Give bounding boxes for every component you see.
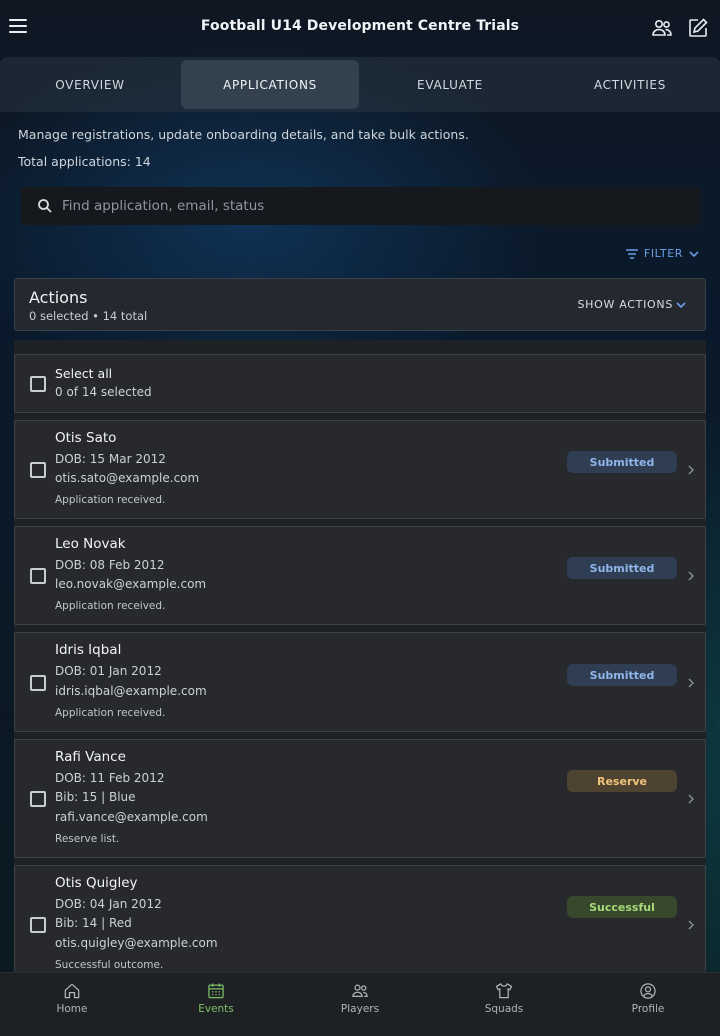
search-bar — [21, 187, 700, 225]
tab-applications[interactable]: APPLICATIONS — [181, 60, 359, 109]
home-icon — [64, 983, 80, 999]
filter-button[interactable]: FILTER — [625, 247, 700, 260]
app-root: Football U14 Development Centre Trials O… — [0, 0, 720, 1036]
select-all-count: 0 of 14 selected — [55, 385, 152, 399]
applicant-dob: DOB: 08 Feb 2012 — [55, 558, 165, 572]
applicant-email: idris.iqbal@example.com — [55, 684, 207, 698]
status-badge: Submitted — [567, 557, 677, 579]
application-note: Application received. — [55, 600, 166, 612]
chevron-right-icon — [688, 794, 694, 804]
tab-activities[interactable]: ACTIVITIES — [540, 57, 720, 112]
select-all-checkbox[interactable] — [30, 376, 46, 392]
edit-icon[interactable] — [686, 16, 710, 40]
status-badge: Submitted — [567, 451, 677, 473]
row-checkbox[interactable] — [30, 568, 46, 584]
chevron-down-icon — [676, 301, 686, 308]
bottom-nav: Home Events Players Squads Profile — [0, 972, 720, 1036]
applicant-bib: Bib: 14 | Red — [55, 916, 132, 930]
event-title: Football U14 Development Centre Trials — [200, 18, 520, 34]
nav-profile-label: Profile — [631, 1003, 665, 1015]
application-card[interactable]: Otis Sato DOB: 15 Mar 2012 otis.sato@exa… — [14, 420, 706, 519]
nav-events-label: Events — [198, 1003, 234, 1015]
calendar-icon — [208, 983, 224, 999]
chevron-right-icon — [688, 678, 694, 688]
chevron-down-icon — [689, 250, 699, 257]
applicant-email: otis.quigley@example.com — [55, 936, 218, 950]
applicant-bib: Bib: 15 | Blue — [55, 790, 136, 804]
applicant-dob: DOB: 11 Feb 2012 — [55, 771, 165, 785]
chevron-right-icon — [688, 920, 694, 930]
show-actions-label: SHOW ACTIONS — [577, 298, 673, 311]
applicant-name: Rafi Vance — [55, 749, 126, 765]
applicant-email: leo.novak@example.com — [55, 577, 207, 591]
actions-panel: Actions 0 selected • 14 total SHOW ACTIO… — [14, 278, 706, 331]
filter-label: FILTER — [643, 247, 683, 260]
chevron-right-icon — [688, 465, 694, 475]
actions-selection-count: 0 selected • 14 total — [29, 309, 148, 323]
application-note: Application received. — [55, 494, 166, 506]
nav-players[interactable]: Players — [288, 973, 432, 1036]
application-card[interactable]: Idris Iqbal DOB: 01 Jan 2012 idris.iqbal… — [14, 632, 706, 732]
select-all-label: Select all — [55, 366, 113, 381]
nav-squads[interactable]: Squads — [432, 973, 576, 1036]
applicant-dob: DOB: 15 Mar 2012 — [55, 452, 166, 466]
applicant-email: otis.sato@example.com — [55, 471, 200, 485]
status-badge: Successful — [567, 896, 677, 918]
applicant-dob: DOB: 01 Jan 2012 — [55, 664, 162, 678]
applicant-name: Leo Novak — [55, 536, 126, 552]
application-card[interactable]: Leo Novak DOB: 08 Feb 2012 leo.novak@exa… — [14, 526, 706, 625]
total-applications: Total applications: 14 — [18, 154, 151, 169]
application-card[interactable]: Otis Quigley DOB: 04 Jan 2012 Bib: 14 | … — [14, 865, 706, 972]
search-icon — [38, 199, 52, 213]
row-checkbox[interactable] — [30, 917, 46, 933]
application-note: Application received. — [55, 707, 166, 719]
applicant-name: Otis Sato — [55, 430, 117, 446]
players-icon — [352, 984, 368, 998]
applicant-email: rafi.vance@example.com — [55, 810, 208, 824]
nav-squads-label: Squads — [484, 1003, 524, 1015]
show-actions-button[interactable]: SHOW ACTIONS — [577, 298, 687, 311]
nav-players-label: Players — [340, 1003, 380, 1015]
nav-home-label: Home — [56, 1003, 88, 1015]
actions-title: Actions — [29, 288, 88, 307]
top-app-bar: Football U14 Development Centre Trials — [0, 0, 720, 57]
status-badge: Submitted — [567, 664, 677, 686]
tab-evaluate[interactable]: EVALUATE — [360, 57, 540, 112]
people-icon[interactable] — [650, 16, 674, 40]
nav-events[interactable]: Events — [144, 973, 288, 1036]
row-checkbox[interactable] — [30, 675, 46, 691]
application-note: Successful outcome. — [55, 959, 164, 971]
tab-bar: OVERVIEW APPLICATIONS EVALUATE ACTIVITIE… — [0, 57, 720, 112]
page-description: Manage registrations, update onboarding … — [18, 127, 469, 142]
profile-icon — [640, 983, 656, 999]
search-input[interactable] — [62, 198, 662, 214]
applicant-name: Otis Quigley — [55, 875, 138, 891]
filter-icon — [625, 248, 638, 259]
row-checkbox[interactable] — [30, 462, 46, 478]
row-checkbox[interactable] — [30, 791, 46, 807]
select-all-row[interactable]: Select all 0 of 14 selected — [14, 354, 706, 413]
nav-profile[interactable]: Profile — [576, 973, 720, 1036]
chevron-right-icon — [688, 571, 694, 581]
application-card[interactable]: Rafi Vance DOB: 11 Feb 2012 Bib: 15 | Bl… — [14, 739, 706, 858]
applicant-name: Idris Iqbal — [55, 642, 122, 658]
tab-overview[interactable]: OVERVIEW — [0, 57, 180, 112]
status-badge: Reserve — [567, 770, 677, 792]
shirt-icon — [495, 982, 513, 999]
application-note: Reserve list. — [55, 833, 120, 845]
applicant-dob: DOB: 04 Jan 2012 — [55, 897, 162, 911]
nav-home[interactable]: Home — [0, 973, 144, 1036]
